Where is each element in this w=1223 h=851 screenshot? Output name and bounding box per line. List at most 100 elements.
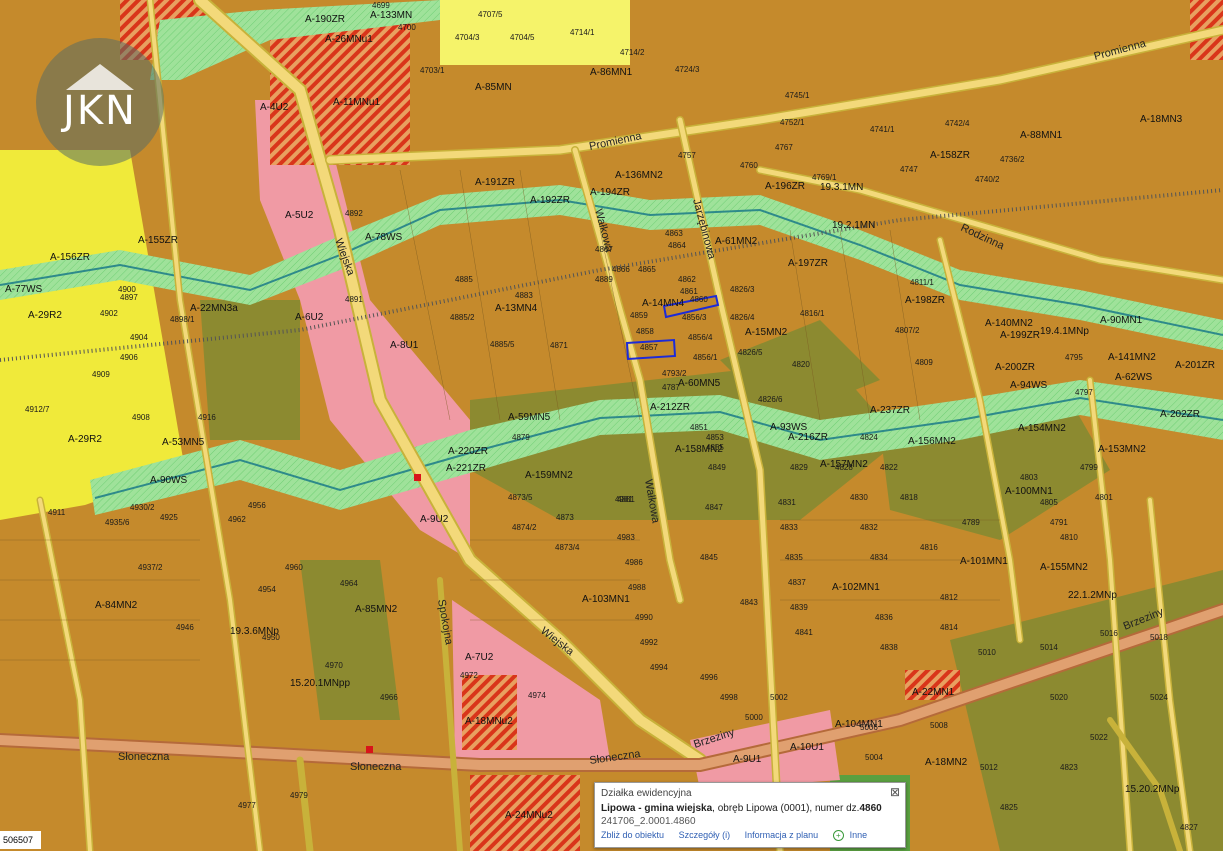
- parcel-label: 4889: [595, 275, 613, 284]
- parcel-label: 4797: [1075, 388, 1093, 397]
- parcel-label: 4966: [380, 693, 398, 702]
- zone-label: A-61MN2: [715, 236, 758, 247]
- zone-label: A-18MNu2: [465, 716, 513, 727]
- parcel-label: 4814: [940, 623, 958, 632]
- zone-label: A-26MNu1: [325, 34, 373, 45]
- zone-label: A-194ZR: [590, 187, 630, 198]
- zone-label: A-192ZR: [530, 195, 570, 206]
- plan-info-link[interactable]: Informacja z planu: [745, 830, 819, 840]
- parcel-label: 4904: [130, 333, 148, 342]
- parcel-label: 4833: [780, 523, 798, 532]
- zone-label: A-154MN2: [1018, 423, 1066, 434]
- parcel-label: 4742/4: [945, 119, 970, 128]
- other-link[interactable]: Inne: [850, 830, 868, 840]
- parcel-label: 4911: [48, 508, 66, 517]
- parcel-label: 4835: [785, 553, 803, 562]
- zone-label: A-202ZR: [1160, 409, 1200, 420]
- zone-label: A-100MN1: [1005, 486, 1053, 497]
- parcel-label: 4874/2: [512, 523, 537, 532]
- zone-label: A-103MN1: [582, 594, 630, 605]
- parcel-label: 4831: [778, 498, 796, 507]
- parcel-label: 4736/2: [1000, 155, 1025, 164]
- zone-label: A-5U2: [285, 210, 314, 221]
- zone-label: A-62WS: [1115, 372, 1153, 383]
- parcel-label: 4960: [285, 563, 303, 572]
- coordinate-readout: 506507: [0, 831, 41, 849]
- company-logo: JKN: [36, 38, 164, 166]
- parcel-label: 4700: [398, 23, 416, 32]
- parcel-label: 5014: [1040, 643, 1058, 652]
- parcel-label: 5010: [978, 648, 996, 657]
- zoning-map[interactable]: Wiejska Wiejska Słoneczna Słoneczna Słon…: [0, 0, 1223, 851]
- parcel-label: 4824: [860, 433, 878, 442]
- zone-label: A-18MN3: [1140, 114, 1183, 125]
- parcel-label: 4857: [640, 343, 658, 352]
- parcel-label: 4865: [638, 265, 656, 274]
- parcel-label: 4845: [700, 553, 718, 562]
- parcel-label: 4970: [325, 661, 343, 670]
- zoom-to-object-link[interactable]: Zbliż do obiektu: [601, 830, 664, 840]
- parcel-label: 4856/4: [688, 333, 713, 342]
- parcel-label: 4843: [740, 598, 758, 607]
- parcel-label: 4930/2: [130, 503, 155, 512]
- parcel-label: 4801: [1095, 493, 1113, 502]
- parcel-label: 4898/1: [170, 315, 195, 324]
- zone-label: A-200ZR: [995, 362, 1035, 373]
- zone-label: 19.3.1MN: [820, 182, 863, 193]
- zone-label: A-216ZR: [788, 432, 828, 443]
- parcel-label: 4996: [700, 673, 718, 682]
- plus-icon[interactable]: +: [832, 830, 844, 841]
- close-icon[interactable]: ⊠: [890, 785, 900, 799]
- zone-label: A-59MN5: [508, 412, 551, 423]
- parcel-label: 4956: [248, 501, 266, 510]
- parcel-label: 4805: [1040, 498, 1058, 507]
- details-link[interactable]: Szczegóły (i): [679, 830, 731, 840]
- zone-label: A-60MN5: [678, 378, 721, 389]
- parcel-label: 5022: [1090, 733, 1108, 742]
- popup-title: Działka ewidencyjna: [601, 788, 692, 799]
- parcel-label: 4988: [628, 583, 646, 592]
- zone-label: A-220ZR: [448, 446, 488, 457]
- parcel-label: 4954: [258, 585, 276, 594]
- zone-label: A-14MN4: [642, 298, 685, 309]
- parcel-label: 4916: [198, 413, 216, 422]
- parcel-label: 4851: [690, 423, 708, 432]
- parcel-label: 4962: [228, 515, 246, 524]
- parcel-label: 4900: [118, 285, 136, 294]
- parcel-label: 4823: [1060, 763, 1078, 772]
- parcel-label: 4990: [635, 613, 653, 622]
- parcel-label: 4937/2: [138, 563, 163, 572]
- parcel-label: 4925: [160, 513, 178, 522]
- parcel-label: 4860: [690, 295, 708, 304]
- zone-label: A-158ZR: [930, 150, 970, 161]
- parcel-label: 4856/3: [682, 313, 707, 322]
- parcel-label: 4816: [920, 543, 938, 552]
- parcel-label: 4767: [775, 143, 793, 152]
- parcel-label: 4992: [640, 638, 658, 647]
- zone-label: A-221ZR: [446, 463, 486, 474]
- zone-label: A-13MN4: [495, 303, 538, 314]
- parcel-label: 4885: [455, 275, 473, 284]
- popup-links: Zbliż do obiektu Szczegóły (i) Informacj…: [601, 830, 879, 841]
- parcel-label: 4803: [1020, 473, 1038, 482]
- parcel-label: 4994: [650, 663, 668, 672]
- parcel-label: 4839: [790, 603, 808, 612]
- parcel-label: 4828: [835, 463, 853, 472]
- parcel-label: 5008: [930, 721, 948, 730]
- parcel-label: 4826/5: [738, 348, 763, 357]
- zone-label: A-4U2: [260, 102, 289, 113]
- parcel-label: 4855: [706, 443, 724, 452]
- parcel-info-popup: ⊠ Działka ewidencyjna Lipowa - gmina wie…: [594, 782, 906, 848]
- zone-label: 19.2.1MN: [832, 220, 875, 231]
- zone-label: A-22MN3a: [190, 303, 238, 314]
- zone-label: A-156ZR: [50, 252, 90, 263]
- parcel-label: 4902: [100, 309, 118, 318]
- zone-label: A-24MNu2: [505, 810, 553, 821]
- parcel-label: 4740/2: [975, 175, 1000, 184]
- zone-label: A-155MN2: [1040, 562, 1088, 573]
- parcel-label: 4832: [860, 523, 878, 532]
- parcel-label: 4883: [515, 291, 533, 300]
- parcel-label: 4714/2: [620, 48, 645, 57]
- zone-label: A-84MN2: [95, 600, 138, 611]
- zone-label: A-9U1: [733, 754, 762, 765]
